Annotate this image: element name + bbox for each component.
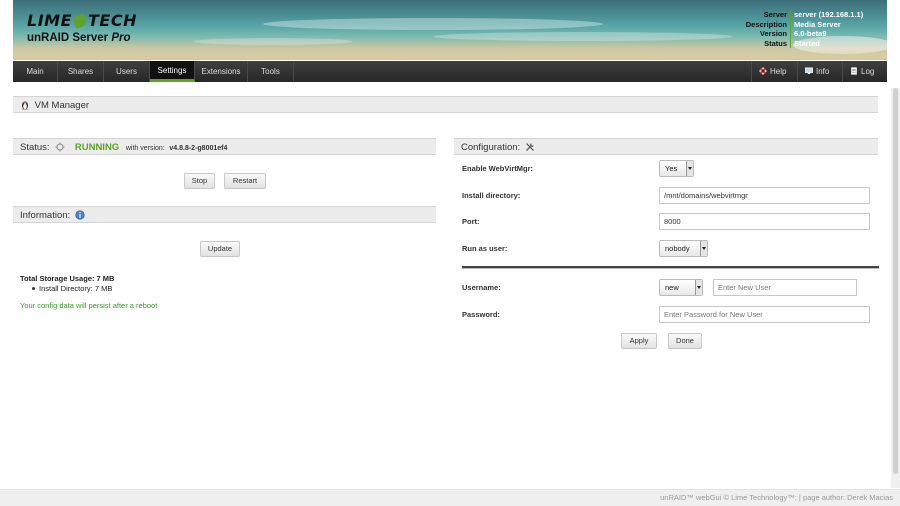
status-heading: Status: [20, 142, 50, 153]
banner-sand [13, 50, 887, 60]
new-username-input[interactable]: Enter New User [713, 279, 857, 296]
log-label: Log [861, 67, 875, 76]
lifebuoy-icon [759, 67, 767, 75]
page-title: VM Manager [34, 100, 90, 111]
done-button[interactable]: Done [668, 333, 702, 349]
install-directory-label: Install directory: [462, 191, 521, 200]
brand-left: LIME [27, 11, 72, 30]
stop-button[interactable]: Stop [184, 173, 215, 189]
tab-shares[interactable]: Shares [58, 61, 104, 82]
main-nav: Main Shares Users Settings Extensions To… [13, 61, 887, 82]
bullet-icon [32, 287, 35, 290]
information-heading: Information: [20, 210, 71, 221]
banner-wave [263, 18, 603, 30]
server-info-row: Description Media Server [735, 19, 885, 29]
install-dir-usage-item: Install Directory: 7 MB [32, 284, 112, 293]
version-value: v4.8.8-2-g8001ef4 [169, 145, 228, 152]
footer-text: unRAID™ webGui © Lime Technology™; | pag… [660, 493, 893, 502]
help-label: Help [770, 67, 787, 76]
update-button[interactable]: Update [200, 241, 240, 257]
port-input[interactable]: 8000 [659, 213, 870, 230]
status-badge: RUNNING [74, 142, 120, 153]
server-info-key: Description [735, 19, 791, 29]
server-info-key: Server [735, 10, 791, 20]
tab-main[interactable]: Main [13, 61, 58, 82]
server-info-value: 6.0-beta9 [794, 29, 827, 38]
run-as-user-select[interactable]: nobody [659, 240, 708, 257]
product-label: unRAID Server [27, 32, 109, 44]
username-select[interactable]: new [659, 279, 703, 296]
banner-wave [433, 32, 733, 41]
tux-icon [21, 101, 29, 110]
server-info-row: Version 6.0-beta9 [735, 29, 885, 39]
information-bar: Information: [13, 206, 436, 223]
configuration-heading: Configuration: [461, 142, 521, 153]
chevron-down-icon [700, 241, 707, 256]
brand-right: TECH [88, 11, 137, 30]
run-as-user-label: Run as user: [462, 244, 508, 253]
footer: unRAID™ webGui © Lime Technology™; | pag… [0, 489, 900, 506]
enable-webvirtmgr-value: Yes [665, 164, 678, 173]
chevron-down-icon [686, 161, 693, 176]
port-label: Port: [462, 217, 480, 226]
username-label: Username: [462, 283, 501, 292]
install-directory-input[interactable]: /mnt/domains/webvirtmgr [659, 187, 870, 204]
restart-button[interactable]: Restart [224, 173, 266, 189]
enable-webvirtmgr-label: Enable WebVirtMgr: [462, 164, 533, 173]
nav-help[interactable]: Help [751, 61, 797, 82]
server-info-value: Started [794, 38, 820, 48]
version-prefix: with version: [125, 145, 165, 152]
product-edition: Pro [111, 32, 131, 44]
section-divider [462, 266, 879, 269]
username-select-value: new [665, 283, 679, 292]
brand-wordmark: LIME TECH [27, 11, 157, 30]
password-input[interactable]: Enter Password for New User [659, 306, 870, 323]
monitor-icon [805, 67, 813, 75]
password-label: Password: [462, 310, 500, 319]
limetech-logo[interactable]: LIME TECH unRAID Server Pro [27, 11, 157, 51]
tab-tools[interactable]: Tools [248, 61, 294, 82]
server-info-value: Media Server [794, 19, 841, 29]
chevron-down-icon [695, 280, 702, 295]
server-info-key: Status [735, 38, 791, 48]
nav-log[interactable]: Log [842, 61, 887, 82]
configuration-bar: Configuration: [454, 138, 878, 155]
tools-icon [525, 143, 534, 152]
document-icon [851, 67, 857, 75]
info-label: Info [816, 67, 830, 76]
page-title-bar: VM Manager [13, 96, 878, 113]
enable-webvirtmgr-select[interactable]: Yes [659, 160, 694, 177]
tab-settings[interactable]: Settings [150, 61, 195, 82]
persist-note: Your config data will persist after a re… [20, 301, 158, 310]
run-as-user-value: nobody [665, 244, 690, 253]
scrollbar-thumb[interactable] [893, 88, 898, 474]
status-bar: Status: RUNNING with version: v4.8.8-2-g… [13, 138, 436, 155]
banner-wave [193, 38, 353, 45]
product-name: unRAID Server Pro [27, 32, 157, 44]
tab-extensions[interactable]: Extensions [195, 61, 248, 82]
server-info-row: Server server (192.168.1.1) [735, 10, 885, 20]
install-dir-usage: Install Directory: 7 MB [39, 284, 113, 293]
nav-info[interactable]: Info [797, 61, 842, 82]
apply-button[interactable]: Apply [621, 333, 657, 349]
server-info-panel: Server server (192.168.1.1) Description … [735, 10, 885, 48]
server-info-key: Version [735, 29, 791, 39]
server-info-value: server (192.168.1.1) [794, 10, 864, 19]
tab-users[interactable]: Users [104, 61, 150, 82]
leaf-icon [72, 13, 88, 29]
total-storage-usage: Total Storage Usage: 7 MB [20, 274, 115, 283]
server-info-row: Status Started [735, 38, 885, 48]
info-icon[interactable] [75, 210, 85, 220]
dashboard-icon [55, 142, 65, 152]
